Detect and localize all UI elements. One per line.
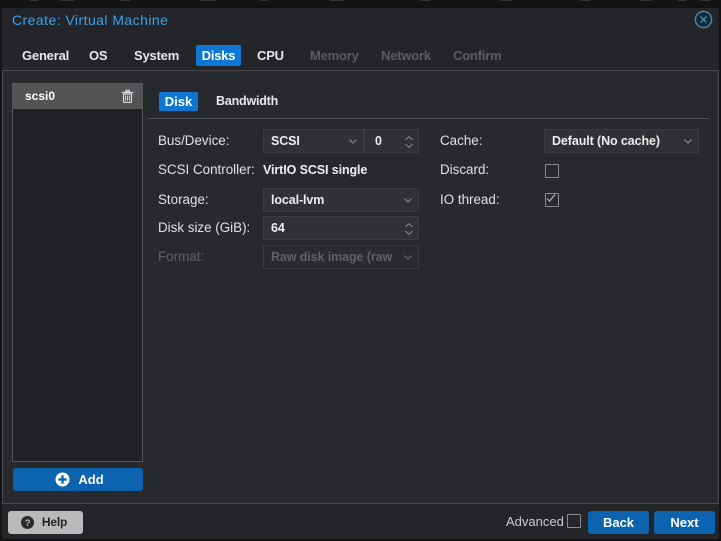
- svg-text:?: ?: [25, 518, 31, 529]
